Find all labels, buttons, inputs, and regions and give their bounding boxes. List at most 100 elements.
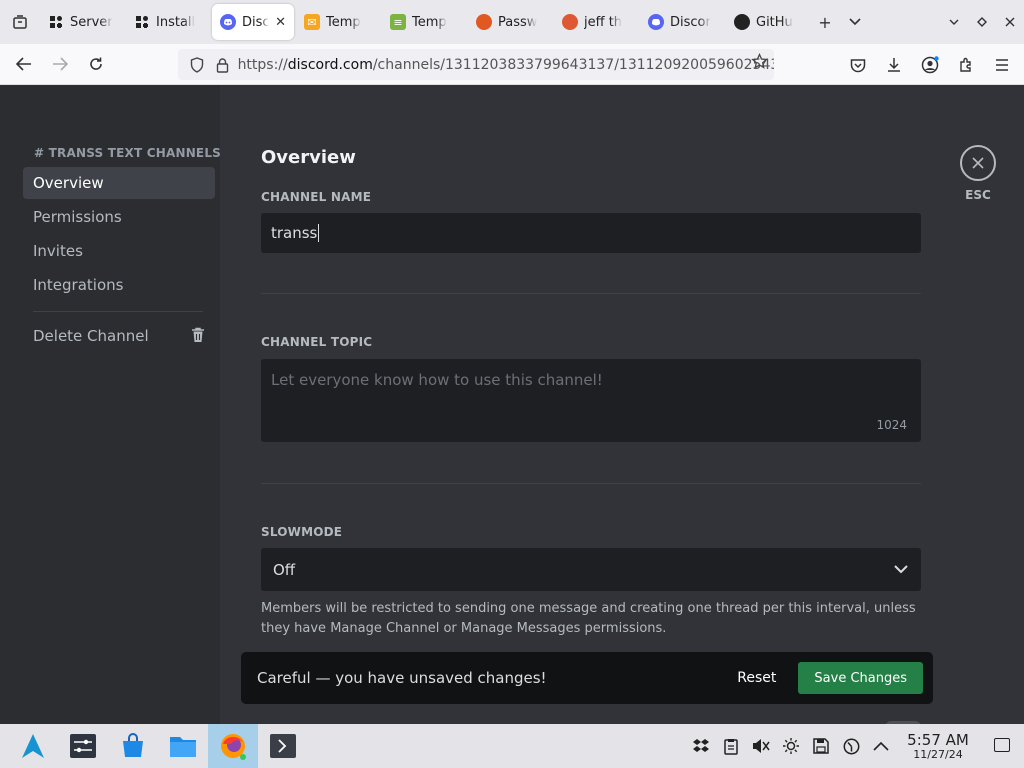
- tab-title: GitHu: [756, 14, 793, 30]
- mail-icon: ✉: [304, 14, 320, 30]
- sidebar-item-label: Integrations: [33, 276, 124, 294]
- volume-muted-icon[interactable]: [746, 738, 776, 754]
- clock-date: 11/27/24: [913, 748, 963, 761]
- sidebar-item-invites[interactable]: Invites: [23, 235, 215, 267]
- tab-title: Discor: [670, 14, 711, 30]
- tab-title: Install: [156, 14, 196, 30]
- discord-icon: [648, 14, 664, 30]
- show-desktop-icon[interactable]: [994, 738, 1010, 752]
- page-title: Overview: [261, 147, 356, 168]
- esc-label: ESC: [965, 188, 991, 202]
- channel-name-value: transs: [271, 224, 318, 242]
- tab-title: Discord: [242, 14, 270, 30]
- tab-server[interactable]: Server: [40, 4, 126, 40]
- app-launcher-icon[interactable]: [8, 724, 58, 768]
- account-icon[interactable]: [912, 47, 948, 83]
- github-icon: [734, 14, 750, 30]
- channel-topic-label: CHANNEL TOPIC: [261, 335, 373, 349]
- tab-strip: Server Install Discord ✕ ✉ Temp ≡ Temp P…: [40, 0, 810, 44]
- channel-name-label: CHANNEL NAME: [261, 190, 372, 204]
- clock-time: 5:57 AM: [907, 731, 969, 749]
- forward-arrow-icon[interactable]: [42, 46, 78, 82]
- tab-title: Server: [70, 14, 113, 30]
- chevron-down-icon: [894, 565, 908, 574]
- window-close-icon[interactable]: [996, 8, 1024, 36]
- sidebar-item-integrations[interactable]: Integrations: [23, 269, 215, 301]
- tab-install[interactable]: Install: [126, 4, 210, 40]
- firefox-taskbar-icon[interactable]: [208, 724, 258, 768]
- tab-title: Temp: [326, 14, 361, 30]
- network-icon[interactable]: [836, 738, 866, 755]
- extensions-icon[interactable]: [948, 47, 984, 83]
- file-manager-icon[interactable]: [158, 724, 208, 768]
- clipboard-icon[interactable]: [716, 738, 746, 755]
- close-settings[interactable]: ESC: [960, 145, 996, 202]
- section-divider: [261, 293, 921, 294]
- text-caret: [318, 224, 320, 242]
- tab-temp-mail[interactable]: ✉ Temp: [296, 4, 382, 40]
- duckduckgo-icon: [562, 14, 578, 30]
- unsaved-changes-bar: Careful — you have unsaved changes! Rese…: [241, 652, 933, 704]
- trash-icon: [192, 327, 204, 342]
- sidebar-item-delete-channel[interactable]: Delete Channel: [23, 320, 215, 352]
- tab-jeff[interactable]: jeff th: [554, 4, 640, 40]
- channel-topic-textarea[interactable]: Let everyone know how to use this channe…: [261, 359, 921, 442]
- url-path: /channels/1311203833799643137/1311209200…: [372, 56, 774, 73]
- settings-app-icon[interactable]: [58, 724, 108, 768]
- maximize-icon[interactable]: [968, 8, 996, 36]
- url-scheme: https://: [237, 56, 288, 73]
- url-text: https://discord.com/channels/13112038337…: [238, 57, 774, 73]
- downloads-icon[interactable]: [876, 47, 912, 83]
- topic-character-counter: 1024: [876, 418, 907, 432]
- url-bar[interactable]: https://discord.com/channels/13112038337…: [178, 49, 774, 80]
- tray-expand-chevron-icon[interactable]: [866, 741, 896, 751]
- sidebar-item-label: Overview: [33, 174, 104, 192]
- reset-button[interactable]: Reset: [715, 670, 798, 686]
- section-divider: [261, 483, 921, 484]
- url-domain: discord.com: [287, 56, 373, 73]
- save-disk-icon[interactable]: [806, 738, 836, 754]
- firefox-icon: [476, 14, 492, 30]
- tab-title: Passw: [498, 14, 538, 30]
- pocket-icon[interactable]: [840, 47, 876, 83]
- sidebar-item-permissions[interactable]: Permissions: [23, 201, 215, 233]
- tracking-shield-icon[interactable]: [186, 56, 208, 73]
- sidebar-item-label: Delete Channel: [33, 327, 149, 345]
- sidebar-divider: [33, 311, 203, 312]
- minimize-icon[interactable]: [940, 8, 968, 36]
- lock-icon[interactable]: [212, 57, 234, 73]
- save-changes-button[interactable]: Save Changes: [798, 662, 923, 694]
- new-tab-icon[interactable]: +: [810, 7, 840, 37]
- slowmode-select[interactable]: Off: [261, 548, 921, 591]
- clock[interactable]: 5:57 AM 11/27/24: [906, 732, 970, 762]
- tab-temp[interactable]: ≡ Temp: [382, 4, 468, 40]
- slack-icon: [134, 14, 150, 30]
- tab-github[interactable]: GitHu: [726, 4, 810, 40]
- slowmode-label: SLOWMODE: [261, 525, 343, 539]
- bookmark-star-icon[interactable]: [751, 52, 768, 75]
- sidebar-item-overview[interactable]: Overview: [23, 167, 215, 199]
- channel-name-input[interactable]: transs: [261, 213, 921, 253]
- channel-topic-placeholder: Let everyone know how to use this channe…: [271, 371, 603, 389]
- store-app-icon[interactable]: [108, 724, 158, 768]
- tab-passwords[interactable]: Passw: [468, 4, 554, 40]
- list-tabs-chevron-icon[interactable]: [840, 7, 870, 37]
- slowmode-help-text: Members will be restricted to sending on…: [261, 601, 916, 636]
- sidebar-header: # TRANSS TEXT CHANNELS: [34, 146, 222, 160]
- dropbox-icon[interactable]: [686, 738, 716, 754]
- tab-discord-active[interactable]: Discord ✕: [212, 4, 294, 40]
- back-arrow-icon[interactable]: [6, 46, 42, 82]
- sidebar-item-label: Permissions: [33, 208, 122, 226]
- terminal-icon[interactable]: [258, 724, 308, 768]
- brightness-icon[interactable]: [776, 737, 806, 755]
- hamburger-menu-icon[interactable]: [984, 47, 1020, 83]
- window-controls: [940, 0, 1024, 44]
- slowmode-value: Off: [273, 560, 296, 579]
- tab-discord[interactable]: Discor: [640, 4, 726, 40]
- reload-icon[interactable]: [78, 46, 114, 82]
- tab-close-icon[interactable]: ✕: [275, 15, 286, 30]
- tab-overview-icon[interactable]: [0, 0, 40, 44]
- settings-sidebar: # TRANSS TEXT CHANNELS Overview Permissi…: [0, 85, 222, 724]
- browser-nav-bar: https://discord.com/channels/13112038337…: [0, 44, 1024, 85]
- close-icon[interactable]: [960, 145, 996, 181]
